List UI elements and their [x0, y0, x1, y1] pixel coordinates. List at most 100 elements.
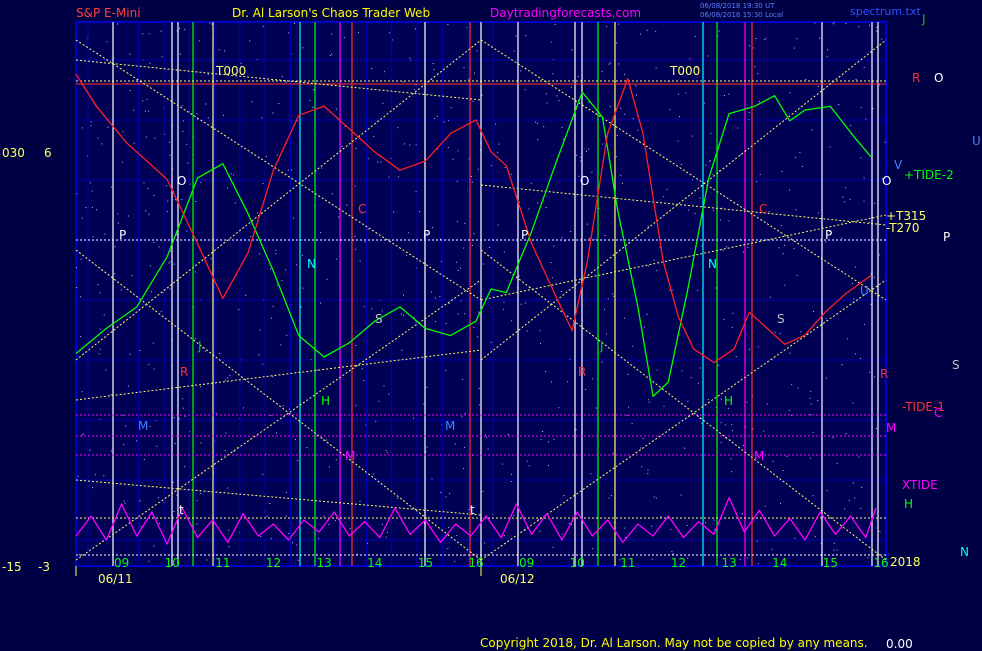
- star-dot: [832, 23, 834, 25]
- star-dot: [511, 473, 513, 475]
- star-dot: [211, 23, 213, 25]
- star-dot: [727, 407, 729, 409]
- star-dot: [749, 348, 750, 350]
- star-dot: [316, 369, 318, 371]
- timestamp-ut: 06/08/2018 19:30 UT: [700, 2, 775, 10]
- star-dot: [780, 225, 782, 226]
- star-dot: [539, 530, 541, 532]
- star-dot: [380, 161, 382, 163]
- star-dot: [473, 233, 475, 235]
- star-dot: [689, 58, 691, 60]
- star-dot: [184, 28, 186, 30]
- star-dot: [504, 166, 506, 168]
- star-dot: [250, 236, 252, 238]
- star-dot: [198, 40, 200, 42]
- star-dot: [741, 513, 743, 515]
- star-dot: [320, 302, 321, 304]
- star-dot: [780, 502, 781, 504]
- star-dot: [161, 56, 163, 58]
- t000-label-2: T000: [670, 64, 701, 78]
- star-dot: [272, 376, 274, 378]
- star-dot: [456, 535, 458, 536]
- star-dot: [496, 151, 498, 153]
- star-dot: [160, 30, 162, 32]
- star-dot: [812, 431, 814, 433]
- star-dot: [618, 63, 620, 65]
- star-dot: [404, 143, 405, 145]
- star-dot: [367, 158, 369, 160]
- star-dot: [139, 500, 141, 502]
- hour-label: 15: [822, 556, 839, 570]
- star-dot: [847, 338, 849, 340]
- star-dot: [331, 33, 333, 35]
- star-dot: [76, 267, 77, 269]
- star-dot: [259, 253, 261, 255]
- star-dot: [513, 514, 515, 516]
- star-dot: [82, 433, 84, 435]
- star-dot: [558, 100, 560, 101]
- star-dot: [354, 248, 356, 250]
- star-dot: [194, 271, 196, 273]
- star-dot: [280, 344, 282, 346]
- star-dot: [186, 143, 188, 145]
- star-dot: [561, 237, 563, 239]
- planet-mark: H: [724, 394, 734, 408]
- star-dot: [495, 123, 497, 125]
- planet-mark: N: [708, 257, 717, 271]
- star-dot: [753, 47, 755, 49]
- star-dot: [832, 437, 834, 439]
- star-dot: [757, 346, 759, 348]
- star-dot: [90, 121, 92, 123]
- star-dot: [296, 544, 298, 546]
- star-dot: [720, 442, 722, 444]
- star-dot: [281, 75, 283, 77]
- star-dot: [457, 150, 459, 152]
- star-dot: [144, 110, 146, 112]
- star-dot: [186, 230, 188, 232]
- star-dot: [694, 35, 696, 37]
- star-dot: [201, 347, 203, 349]
- star-dot: [285, 81, 287, 83]
- star-dot: [631, 423, 633, 425]
- star-dot: [817, 212, 819, 214]
- star-dot: [718, 30, 720, 32]
- star-dot: [331, 53, 333, 55]
- star-dot: [697, 290, 699, 292]
- star-dot: [426, 386, 428, 388]
- star-dot: [210, 258, 212, 260]
- star-dot: [209, 22, 211, 24]
- star-dot: [117, 23, 118, 25]
- star-dot: [540, 343, 541, 345]
- star-dot: [607, 298, 609, 300]
- instrument-title: S&P E-Mini: [76, 6, 141, 20]
- star-dot: [122, 161, 123, 163]
- star-dot: [426, 446, 428, 448]
- star-dot: [873, 276, 875, 278]
- star-dot: [687, 557, 689, 559]
- star-dot: [609, 105, 611, 107]
- star-dot: [604, 308, 605, 310]
- star-dot: [710, 159, 711, 161]
- star-dot: [182, 131, 184, 132]
- star-dot: [778, 247, 780, 249]
- star-dot: [413, 316, 415, 318]
- star-dot: [861, 486, 863, 488]
- star-dot: [174, 443, 176, 444]
- star-dot: [814, 536, 816, 538]
- star-dot: [577, 76, 579, 78]
- star-dot: [829, 146, 831, 148]
- star-dot: [149, 62, 151, 64]
- star-dot: [836, 462, 838, 464]
- tide-chart: [75, 21, 887, 576]
- star-dot: [730, 458, 732, 460]
- star-dot: [81, 434, 83, 436]
- star-dot: [382, 102, 384, 104]
- star-dot: [853, 298, 855, 300]
- domain-link[interactable]: Daytradingforecasts.com: [490, 6, 641, 20]
- star-dot: [699, 367, 701, 369]
- star-dot: [104, 233, 106, 235]
- star-dot: [520, 70, 522, 72]
- star-dot: [92, 487, 93, 489]
- star-dot: [156, 445, 158, 447]
- star-dot: [860, 358, 862, 359]
